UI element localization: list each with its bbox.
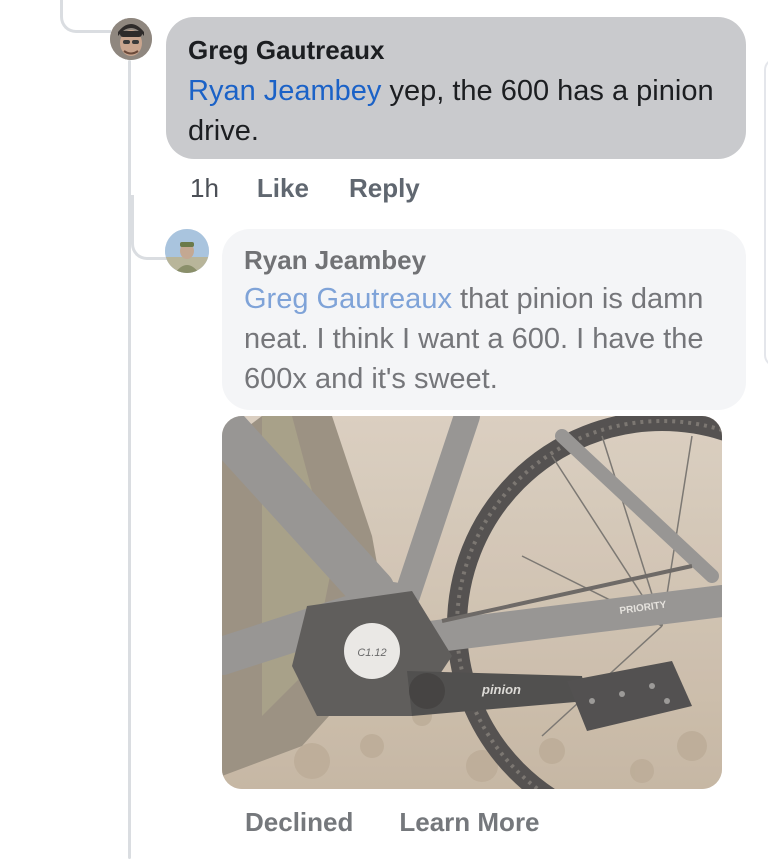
avatar-greg[interactable] (110, 18, 152, 60)
comment-bubble-greg: Greg Gautreaux Ryan Jeambey yep, the 600… (166, 17, 746, 159)
adjacent-panel-edge (764, 58, 768, 367)
comment-actions-ryan: Declined Learn More (245, 805, 540, 839)
avatar-greg-image (110, 18, 152, 60)
avatar-ryan-image (165, 229, 209, 273)
comment-timestamp[interactable]: 1h (190, 173, 219, 204)
comment-author[interactable]: Ryan Jeambey (244, 245, 724, 275)
learn-more-link[interactable]: Learn More (399, 807, 539, 838)
thread-connector-top (60, 0, 111, 33)
reply-connector (131, 195, 168, 260)
bike-photo: C1.12 pinion PRIORITY (222, 416, 722, 789)
comment-text: Ryan Jeambey yep, the 600 has a pinion d… (188, 71, 724, 151)
comment-author[interactable]: Greg Gautreaux (188, 35, 724, 65)
comment-text: Greg Gautreaux that pinion is damn neat.… (244, 279, 724, 399)
mention-link[interactable]: Greg Gautreaux (244, 283, 452, 315)
avatar-ryan[interactable] (165, 229, 209, 273)
comment-bubble-ryan: Ryan Jeambey Greg Gautreaux that pinion … (222, 229, 746, 410)
comment-photo[interactable]: C1.12 pinion PRIORITY (222, 416, 722, 789)
comment-actions-greg: 1h Like Reply (190, 172, 420, 204)
like-button[interactable]: Like (257, 173, 309, 204)
reply-button[interactable]: Reply (349, 173, 420, 204)
mention-link[interactable]: Ryan Jeambey (188, 75, 381, 107)
thread-line (128, 60, 131, 859)
declined-status: Declined (245, 806, 354, 837)
